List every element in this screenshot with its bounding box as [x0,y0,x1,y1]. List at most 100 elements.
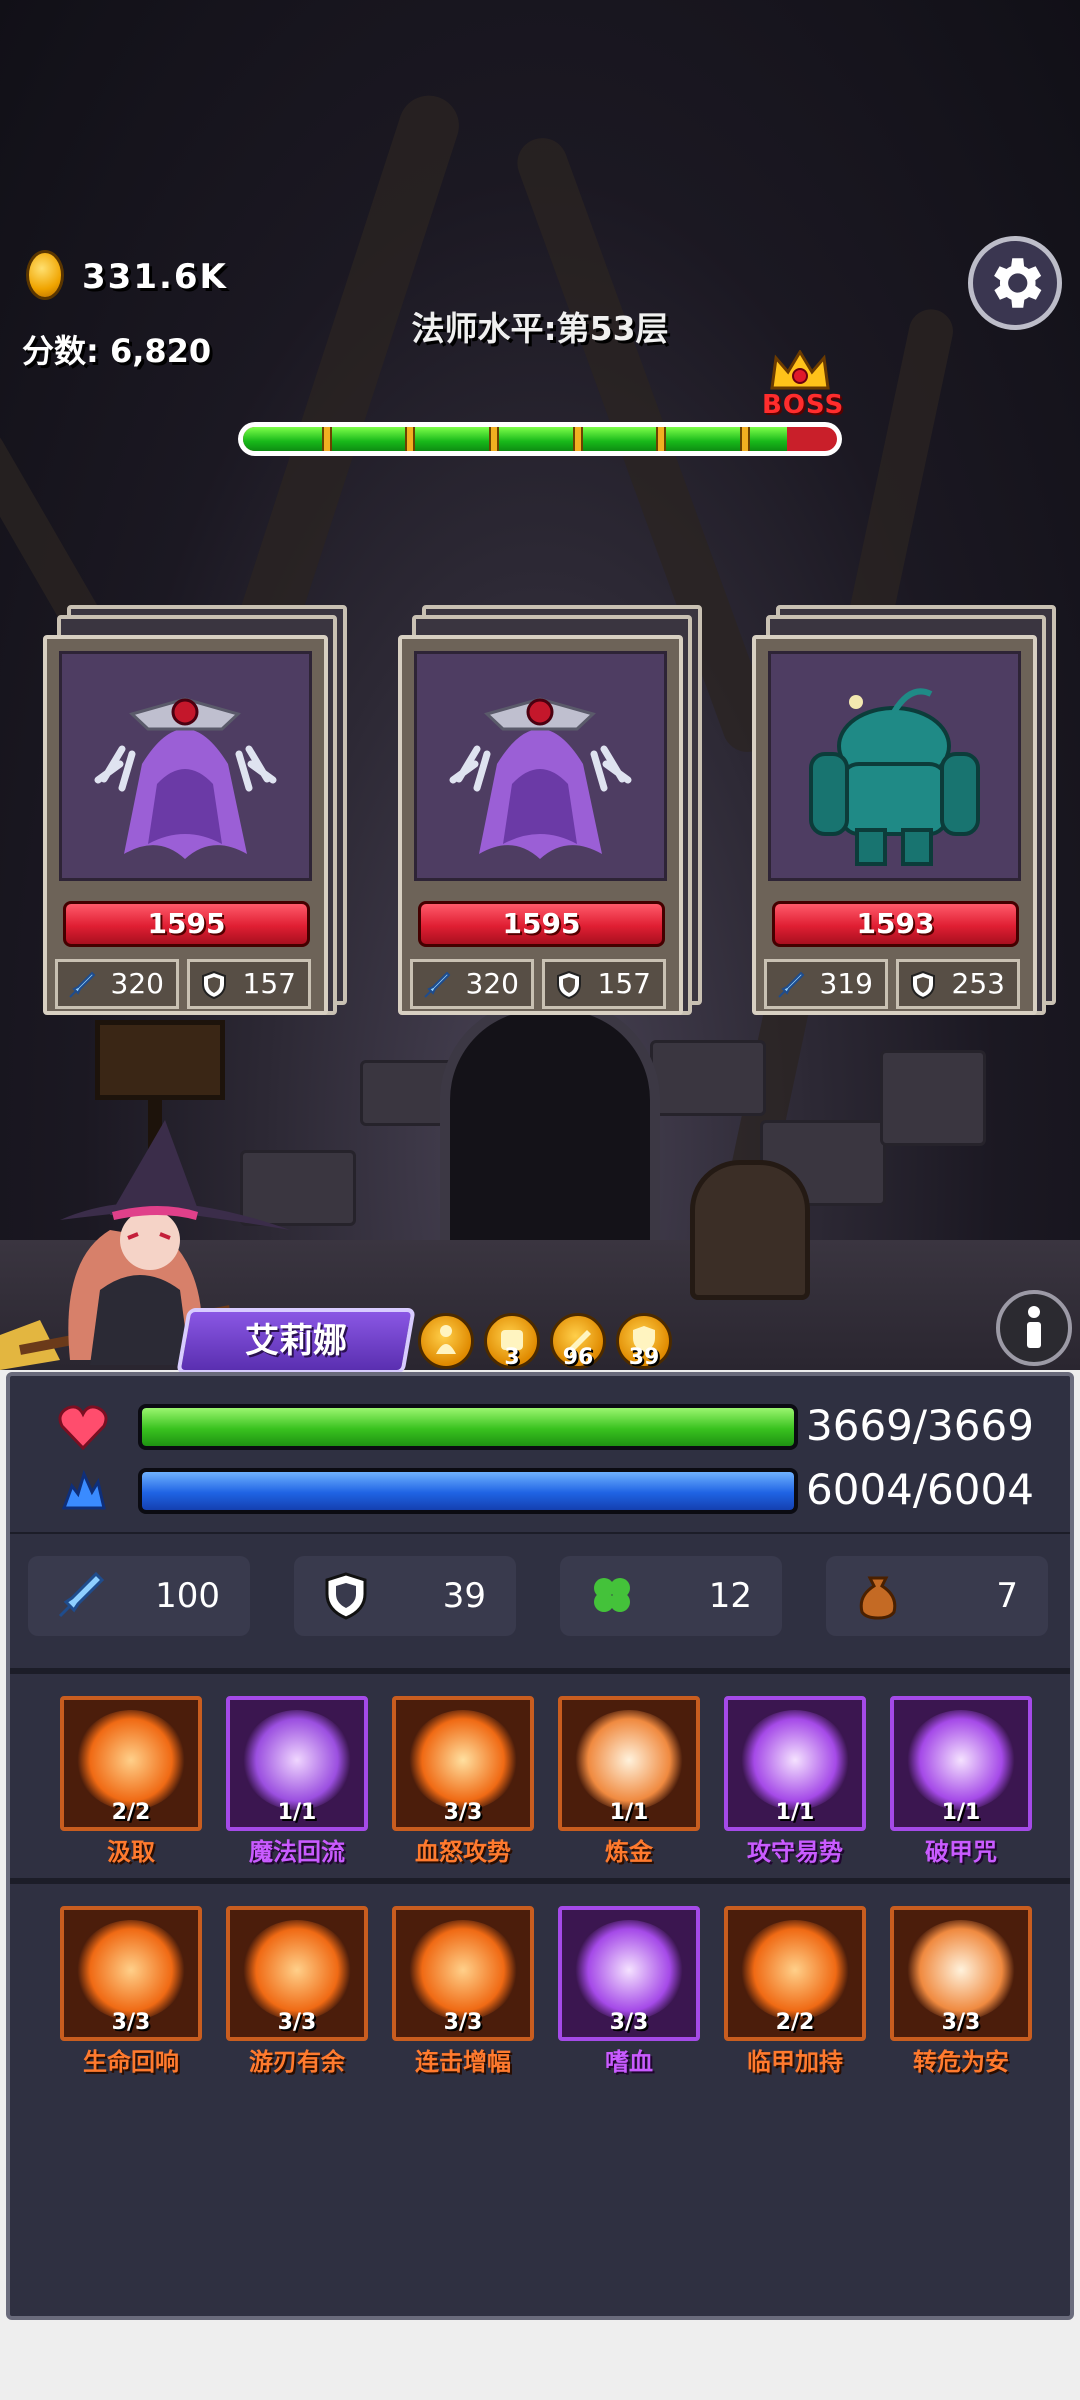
stage-progress-bar [238,422,842,456]
buff-badge[interactable]: 3 [484,1313,540,1370]
attack-value: 320 [110,967,164,1000]
defense-value: 253 [951,967,1005,1000]
wall-stone [650,1040,766,1116]
skill-slot[interactable]: 3/3 嗜血 [558,1906,700,2076]
monster-card[interactable]: 1595 320 157 [398,605,703,1017]
skill-slot[interactable]: 2/2 汲取 [60,1696,202,1866]
skill-slot[interactable]: 3/3 生命回响 [60,1906,202,2076]
level-title: 法师水平:第53层 [411,309,669,348]
buff-badge[interactable]: 96 [550,1313,606,1370]
skill-slot[interactable]: 3/3 血怒攻势 [392,1696,534,1866]
mp-bar [138,1468,798,1514]
skill-name: 连击增幅 [415,2048,511,2076]
mp-row: 6004/6004 [10,1460,1070,1520]
monster-portrait [414,651,667,881]
attack-stat[interactable]: 100 [28,1556,250,1636]
skill-slot[interactable]: 3/3 连击增幅 [392,1906,534,2076]
skill-slot[interactable]: 1/1 破甲咒 [890,1696,1032,1866]
skill-slot[interactable]: 1/1 炼金 [558,1696,700,1866]
skill-name: 炼金 [605,1838,653,1866]
info-icon [1027,1306,1041,1348]
luck-value: 12 [708,1576,752,1616]
card-face: 1595 320 157 [43,635,328,1015]
monster-card[interactable]: 1595 320 157 [43,605,348,1017]
buff-badge[interactable] [418,1313,474,1369]
skill-level: 1/1 [775,1800,815,1825]
person-buff-icon [436,1325,456,1354]
skill-slot[interactable]: 3/3 游刃有余 [226,1906,368,2076]
attack-value: 320 [465,967,519,1000]
buff-badge[interactable]: 39 [616,1313,672,1370]
monster-attack: 319 [764,959,888,1009]
clover-icon [594,1578,630,1612]
coin-icon [26,250,64,300]
lantern [95,1020,225,1100]
stance-swap-skill-icon [740,1710,850,1810]
green-golem-icon [771,654,1018,878]
hero-name-plate[interactable]: 艾莉娜 [176,1308,416,1374]
monster-defense: 157 [542,959,666,1009]
skill-level: 3/3 [443,2010,483,2035]
monster-portrait [59,651,312,881]
stage-marker [739,427,750,451]
skill-slot[interactable]: 1/1 攻守易势 [724,1696,866,1866]
attack-value: 319 [819,967,873,1000]
combo-boost-skill-icon [408,1920,518,2020]
skill-slot[interactable]: 2/2 临甲加持 [724,1906,866,2076]
sword-icon [69,971,96,998]
boss-label: BOSS [762,390,845,420]
blood-rage-skill-icon [408,1710,518,1810]
info-button[interactable] [996,1290,1072,1366]
ghost-sorcerer-icon [417,654,664,878]
mana-flame-icon [61,1469,106,1510]
armor-blessing-skill-icon [740,1920,850,2020]
skill-level: 2/2 [111,1800,151,1825]
skill-level: 3/3 [609,2010,649,2035]
skill-name: 血怒攻势 [415,1838,511,1866]
monster-card[interactable]: 1593 319 253 [752,605,1057,1017]
defense-value: 157 [242,967,296,1000]
sword-icon [778,971,805,998]
stage-marker [405,427,416,451]
turn-danger-skill-icon [906,1920,1016,2020]
bag-stat[interactable]: 7 [826,1556,1048,1636]
divider [10,1532,1070,1534]
skill-name: 攻守易势 [747,1838,843,1866]
ghost-sorcerer-icon [62,654,309,878]
buff-count: 39 [628,1345,660,1370]
skill-slot[interactable]: 3/3 转危为安 [890,1906,1032,2076]
stage-marker [321,427,332,451]
skill-name: 魔法回流 [249,1838,345,1866]
skill-name: 游刃有余 [249,2048,345,2076]
defense-value: 157 [597,967,651,1000]
mp-value: 6004/6004 [806,1465,1034,1514]
skill-name: 生命回响 [83,2048,179,2076]
skill-name: 临甲加持 [747,2048,843,2076]
skill-name: 破甲咒 [925,1838,997,1866]
stage-marker [572,427,583,451]
skill-name: 转危为安 [913,2048,1009,2076]
luck-stat[interactable]: 12 [560,1556,782,1636]
skill-level: 1/1 [609,1800,649,1825]
progress-track [243,427,837,451]
defense-stat[interactable]: 39 [294,1556,516,1636]
skill-level: 3/3 [941,2010,981,2035]
skill-slot[interactable]: 1/1 魔法回流 [226,1696,368,1866]
skill-level: 2/2 [775,2010,815,2035]
skill-name: 汲取 [107,1838,155,1866]
shield-icon [325,1572,367,1620]
shield-icon [202,970,226,1000]
alchemy-skill-icon [574,1710,684,1810]
attack-value: 100 [155,1576,220,1616]
hp-bar [138,1404,798,1450]
buff-count: 96 [562,1345,594,1370]
hp-value: 3669/3669 [806,1401,1034,1450]
monster-defense: 253 [896,959,1020,1009]
card-face: 1593 319 253 [752,635,1037,1015]
coin-count: 331.6K [82,257,228,297]
settings-button[interactable] [968,236,1062,330]
skill-level: 3/3 [443,1800,483,1825]
hp-row: 3669/3669 [10,1396,1070,1456]
armor-break-skill-icon [906,1710,1016,1810]
bag-value: 7 [996,1576,1018,1616]
